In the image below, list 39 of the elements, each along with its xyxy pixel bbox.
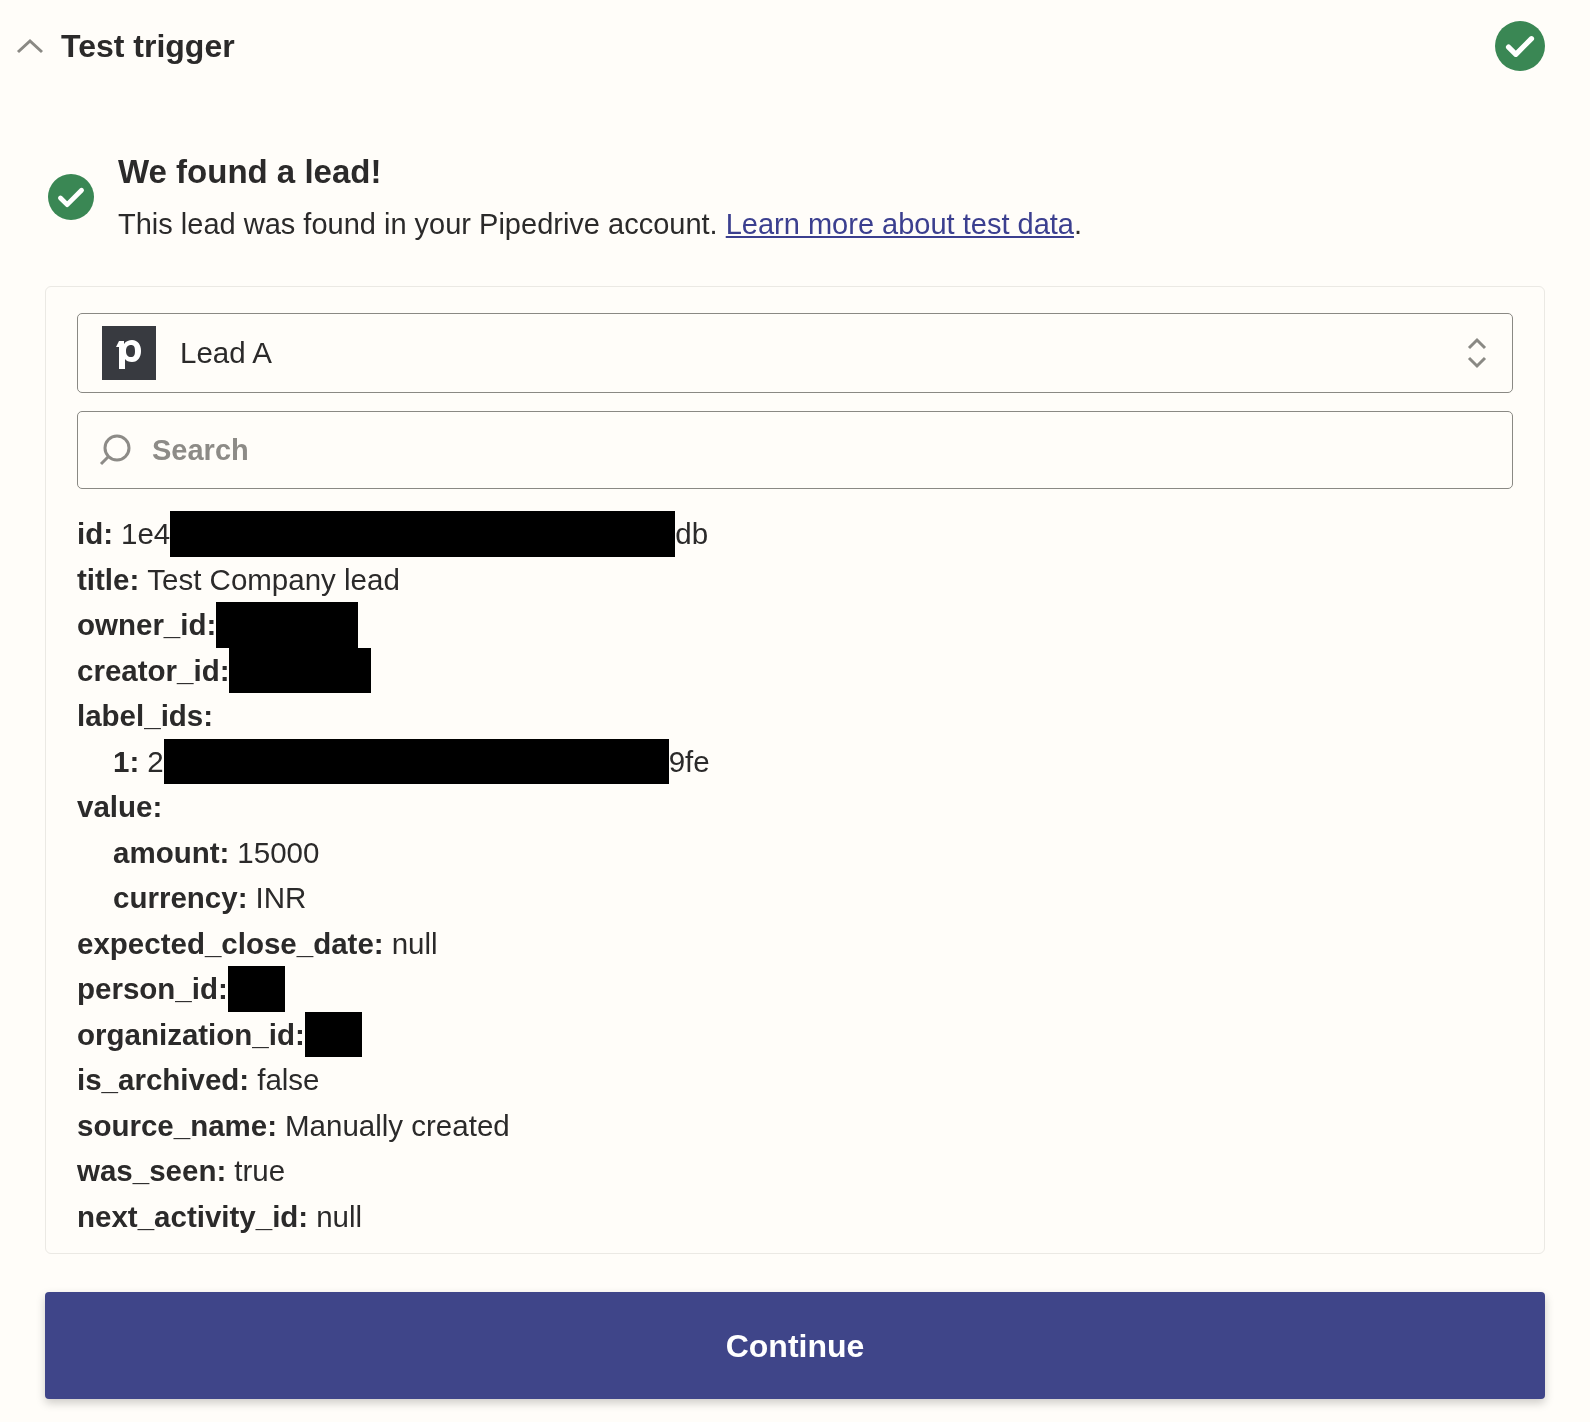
field-key: next_activity_id: (77, 1193, 309, 1239)
field-key: expected_close_date: (77, 920, 384, 966)
field-value: INR (255, 880, 307, 916)
field-key: 1: (113, 738, 140, 784)
result-heading: We found a lead! (118, 152, 383, 192)
field-value: Manually created (285, 1107, 510, 1144)
field-key: id: (77, 511, 114, 557)
field-value: 2 (147, 743, 164, 780)
field-key: was_seen: (77, 1148, 227, 1194)
field-value: Test Company lead (147, 561, 400, 598)
field-key: person_id: (77, 966, 228, 1012)
section-title: Test trigger (61, 26, 235, 66)
field-key: label_ids: (77, 693, 214, 739)
continue-button[interactable]: Continue (45, 1292, 1545, 1399)
field-key: source_name: (77, 1102, 278, 1148)
field-value: db (675, 516, 709, 552)
search-icon (97, 432, 133, 468)
field-key: title: (77, 556, 140, 602)
field-value: 15000 (237, 834, 320, 871)
check-icon (48, 173, 94, 220)
field-value: false (257, 1062, 320, 1098)
sort-icon (1466, 336, 1488, 370)
record-select[interactable]: Lead A (77, 313, 1513, 393)
search-field[interactable]: Search (77, 411, 1513, 489)
field-key: value: (77, 784, 163, 830)
field-key: creator_id: (77, 647, 230, 693)
field-value: true (234, 1153, 286, 1189)
field-key: currency: (113, 875, 248, 921)
field-value: null (391, 925, 438, 962)
field-key: organization_id: (77, 1011, 305, 1057)
field-key: owner_id: (77, 602, 217, 648)
result-message: This lead was found in your Pipedrive account. Learn more about test data. (118, 206, 1083, 242)
chevron-icon[interactable] (15, 36, 45, 56)
field-value: null (316, 1198, 363, 1235)
field-key: amount: (113, 829, 230, 875)
field-value: 9fe (668, 743, 710, 780)
field-value: 1e4 (121, 516, 171, 552)
field-key: is_archived: (77, 1057, 250, 1103)
learn-more-link[interactable]: Learn more about test data (725, 207, 1074, 240)
